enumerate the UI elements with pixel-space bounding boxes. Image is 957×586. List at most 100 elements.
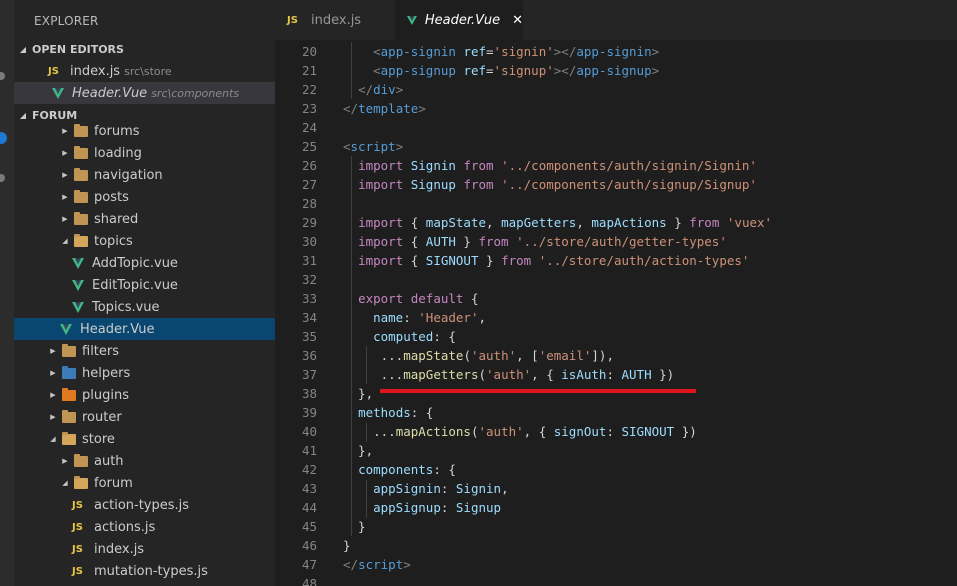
tree-item[interactable]: ◢ forum [14, 472, 275, 494]
code-token: isAuth [561, 367, 607, 382]
line-number: 42 [301, 462, 317, 477]
line-number: 47 [301, 557, 317, 572]
code-text: } [343, 517, 366, 536]
tree-item-label: posts [94, 189, 129, 205]
tab-index-js[interactable]: JS index.js [275, 0, 395, 40]
line-number: 45 [301, 519, 317, 534]
tree-item[interactable]: ▶ shared [14, 208, 275, 230]
line-number: 36 [301, 348, 317, 363]
tree-item[interactable]: JS actions.js [14, 516, 275, 538]
close-icon[interactable]: ✕ [512, 13, 523, 28]
line-number: 37 [301, 367, 317, 382]
tree-item-label: mutation-types.js [94, 563, 208, 579]
code-token: default [410, 291, 464, 306]
tree-item-label: loading [94, 145, 142, 161]
code-token: '../store/auth/action-types' [538, 253, 750, 268]
code-token: , { [531, 367, 562, 382]
line-number: 34 [301, 310, 317, 325]
tree-item[interactable]: Header.Vue [14, 318, 275, 340]
folder-icon [62, 365, 76, 379]
activity-icon[interactable] [0, 174, 5, 182]
code-token: > [403, 557, 411, 572]
open-editor-item[interactable]: Header.Vue src\components [14, 82, 275, 104]
folder-icon [74, 453, 88, 467]
line-number: 26 [301, 158, 317, 173]
open-editor-path: src\store [124, 64, 172, 78]
tree-item[interactable]: ▶ plugins [14, 384, 275, 406]
code-text: }, [343, 441, 373, 460]
code-line: 33 export default { [275, 289, 957, 308]
code-editor[interactable]: 20 <app-signin ref='signin'></app-signin… [275, 40, 957, 586]
code-token: SIGNOUT [425, 253, 479, 268]
line-number: 21 [301, 63, 317, 78]
code-token: 'Header' [418, 310, 479, 325]
tree-item-label: topics [94, 233, 133, 249]
code-token: 'auth' [470, 348, 517, 363]
code-line: 34 name: 'Header', [275, 308, 957, 327]
code-token: : { [410, 405, 434, 420]
activity-badge-icon[interactable] [0, 132, 7, 144]
tree-item[interactable]: Topics.vue [14, 296, 275, 318]
open-editors-header[interactable]: ◢ OPEN EDITORS [14, 38, 275, 60]
tree-item-label: auth [94, 453, 124, 469]
code-token: mapGetters [403, 367, 479, 382]
code-line: 22 </div> [275, 80, 957, 99]
code-token: } [478, 253, 502, 268]
code-token: 'auth' [478, 424, 524, 439]
tree-item[interactable]: JS index.js [14, 538, 275, 560]
tree-item[interactable]: ▶ auth [14, 450, 275, 472]
tree-item[interactable]: ▶ forums [14, 120, 275, 142]
line-number: 43 [301, 481, 317, 496]
tree-item[interactable]: ▶ navigation [14, 164, 275, 186]
chevron-right-icon: ▶ [62, 457, 68, 465]
line-number: 38 [301, 386, 317, 401]
vue-file-icon [407, 15, 417, 25]
js-file-icon: JS [287, 14, 298, 26]
code-token: < [373, 63, 381, 78]
tree-item[interactable]: ▶ loading [14, 142, 275, 164]
tab-header-vue[interactable]: Header.Vue ✕ [395, 0, 523, 40]
code-token: script [358, 557, 404, 572]
tree-item[interactable]: AddTopic.vue [14, 252, 275, 274]
code-line: 38 }, [275, 384, 957, 403]
activity-icon[interactable] [0, 72, 5, 80]
tree-item[interactable]: ▶ helpers [14, 362, 275, 384]
tree-item[interactable]: ◢ store [14, 428, 275, 450]
tree-item[interactable]: JS action-types.js [14, 494, 275, 516]
tree-item[interactable]: ◢ topics [14, 230, 275, 252]
line-number: 25 [301, 139, 317, 154]
folder-icon [62, 431, 76, 445]
vue-file-icon [60, 323, 72, 335]
line-number: 33 [301, 291, 317, 306]
open-editor-item[interactable]: JS index.js src\store [14, 60, 275, 82]
vue-file-icon [72, 257, 84, 269]
code-token: methods [358, 405, 411, 420]
line-number: 30 [301, 234, 317, 249]
tree-item[interactable]: ▶ router [14, 406, 275, 428]
folder-icon [62, 409, 76, 423]
code-token: div [373, 82, 396, 97]
code-token: = [486, 63, 494, 78]
code-token: from [463, 177, 494, 192]
code-token: Signin [410, 158, 456, 173]
vue-file-icon [52, 87, 64, 99]
code-token: 'auth' [486, 367, 532, 382]
code-token: : { [433, 462, 456, 477]
tree-item[interactable]: ▶ posts [14, 186, 275, 208]
sidebar-title: EXPLORER [34, 14, 99, 28]
code-line: 46} [275, 536, 957, 555]
js-file-icon: JS [72, 565, 83, 577]
chevron-down-icon: ◢ [19, 110, 26, 120]
line-number: 35 [301, 329, 317, 344]
code-token: , [486, 215, 502, 230]
code-token: , [478, 310, 487, 325]
code-token: appSignin [373, 481, 441, 496]
tree-item[interactable]: JS mutation-types.js [14, 560, 275, 582]
code-token: , [365, 386, 374, 401]
code-text: import Signup from '../components/auth/s… [343, 175, 757, 194]
code-token: signOut [553, 424, 607, 439]
tree-item[interactable]: ▶ filters [14, 340, 275, 362]
code-token: { [403, 253, 426, 268]
open-editor-path: src\components [151, 86, 240, 100]
tree-item[interactable]: EditTopic.vue [14, 274, 275, 296]
